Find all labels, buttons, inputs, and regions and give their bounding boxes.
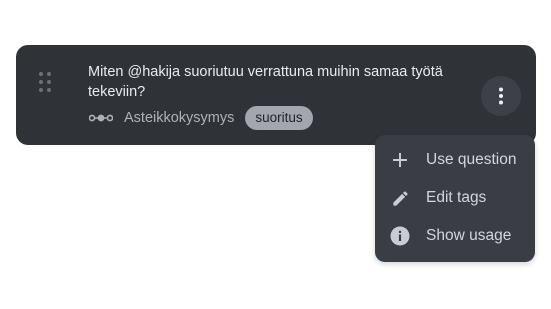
menu-item-label: Edit tags (426, 189, 487, 206)
more-vertical-icon (499, 87, 503, 105)
menu-item-use-question[interactable]: Use question (375, 141, 535, 179)
question-meta: Asteikkokysymys suoritus (89, 106, 313, 130)
more-options-button[interactable] (481, 76, 521, 116)
info-icon (390, 226, 410, 246)
tag-chip[interactable]: suoritus (245, 106, 313, 130)
menu-item-label: Show usage (426, 227, 512, 244)
question-type-label: Asteikkokysymys (124, 110, 235, 126)
pencil-icon (390, 188, 410, 208)
drag-handle-icon[interactable] (39, 72, 53, 94)
plus-icon (390, 150, 410, 170)
question-text: Miten @hakija suoriutuu verrattuna muihi… (88, 64, 443, 100)
menu-item-show-usage[interactable]: Show usage (375, 217, 535, 255)
menu-item-edit-tags[interactable]: Edit tags (375, 179, 535, 217)
context-menu: Use question Edit tags Show usage (375, 135, 535, 262)
menu-item-label: Use question (426, 151, 517, 168)
scale-icon (89, 114, 113, 122)
question-card: Miten @hakija suoriutuu verrattuna muihi… (16, 45, 536, 145)
